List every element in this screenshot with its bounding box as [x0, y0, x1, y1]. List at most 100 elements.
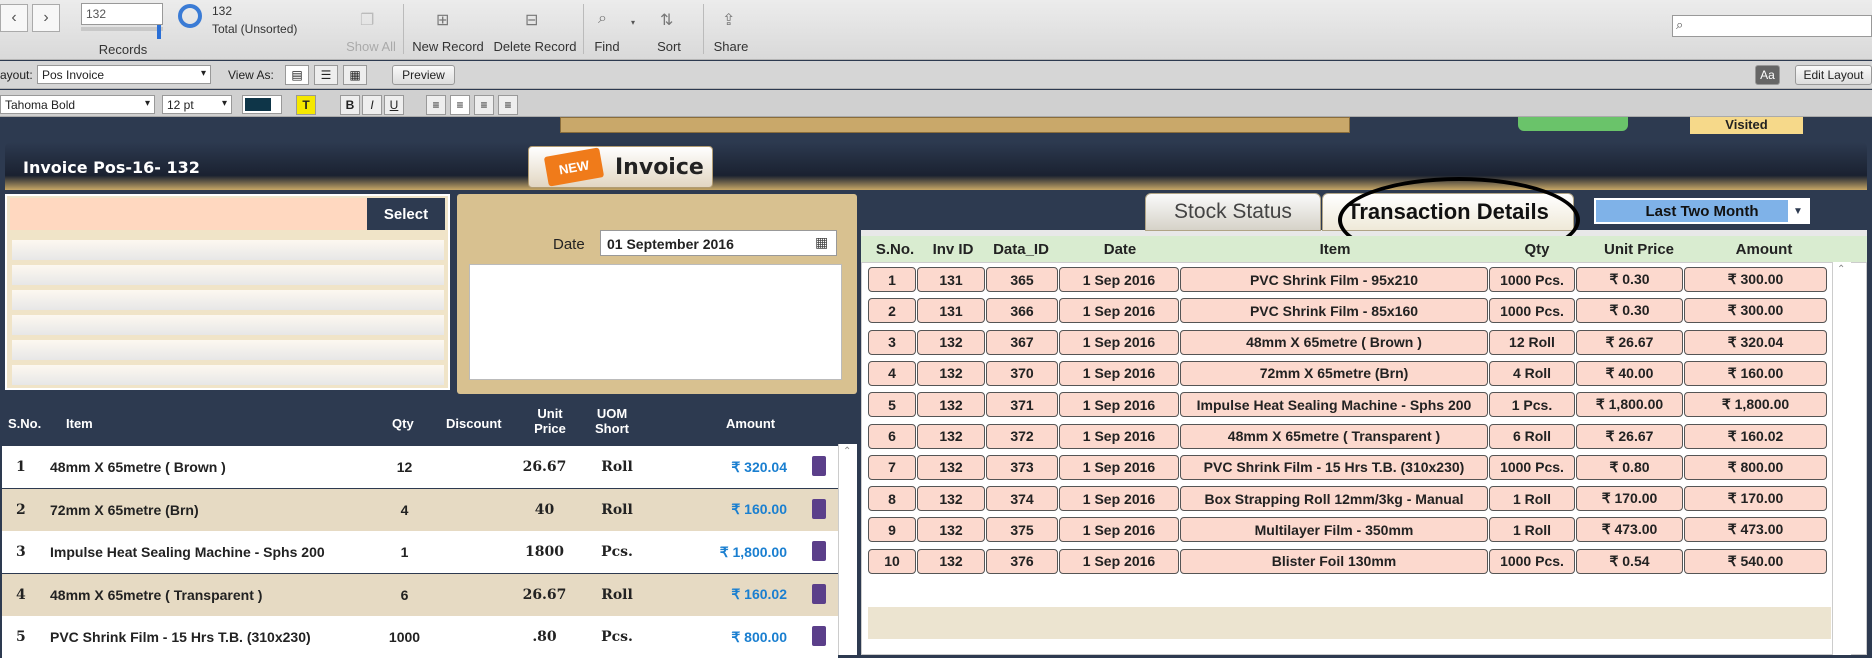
- customer-detail-field[interactable]: [12, 365, 444, 385]
- share-button[interactable]: Share: [710, 39, 752, 54]
- cell-sno[interactable]: 3: [16, 531, 46, 573]
- cell-data[interactable]: 366: [986, 298, 1058, 324]
- cell-inv[interactable]: 132: [917, 423, 985, 449]
- cell-inv[interactable]: 132: [917, 360, 985, 386]
- table-row[interactable]: 4 48mm X 65metre ( Transparent ) 6 26.67 Rol…: [2, 573, 838, 616]
- cell-inv[interactable]: 132: [917, 392, 985, 418]
- cell-date[interactable]: 1 Sep 2016: [1059, 517, 1179, 543]
- date-field[interactable]: 01 September 2016: [600, 230, 837, 256]
- cell-date[interactable]: 1 Sep 2016: [1059, 454, 1179, 480]
- cell-sno[interactable]: 3: [868, 329, 916, 355]
- cell-price[interactable]: ₹ 26.67: [1576, 423, 1683, 449]
- bold-button[interactable]: B: [340, 95, 360, 115]
- layout-select[interactable]: Pos Invoice: [37, 65, 211, 84]
- cell-item[interactable]: Impulse Heat Sealing Machine - Sphs 200: [1180, 392, 1488, 418]
- cell-qty[interactable]: 1000 Pcs.: [1489, 267, 1575, 292]
- table-row[interactable]: 9 132 375 1 Sep 2016 Multilayer Film - 350mm…: [868, 515, 1831, 544]
- delete-row-icon[interactable]: [812, 456, 826, 476]
- cell-sno[interactable]: 4: [16, 574, 46, 616]
- cell-amount[interactable]: ₹ 800.00: [1684, 454, 1827, 480]
- cell-sno[interactable]: 10: [868, 548, 916, 574]
- find-dropdown-icon[interactable]: ▾: [631, 18, 635, 27]
- cell-amount[interactable]: ₹ 160.00: [652, 489, 787, 531]
- notes-field[interactable]: [469, 264, 842, 380]
- form-view-button[interactable]: ▤: [285, 65, 309, 85]
- record-number-input[interactable]: [81, 3, 163, 25]
- customer-detail-field[interactable]: [12, 315, 444, 335]
- record-slider-handle[interactable]: [157, 25, 161, 39]
- cell-price[interactable]: 26.67: [507, 574, 582, 616]
- customer-detail-field[interactable]: [12, 340, 444, 360]
- cell-uom[interactable]: Roll: [582, 489, 652, 531]
- cell-qty[interactable]: 4: [367, 489, 442, 531]
- text-color-select[interactable]: [242, 95, 282, 114]
- cell-date[interactable]: 1 Sep 2016: [1059, 267, 1179, 292]
- cell-qty[interactable]: 1 Roll: [1489, 517, 1575, 543]
- cell-inv[interactable]: 132: [917, 486, 985, 512]
- text-highlight-button[interactable]: T: [296, 95, 316, 115]
- cell-date[interactable]: 1 Sep 2016: [1059, 548, 1179, 574]
- cell-item[interactable]: 48mm X 65metre ( Brown ): [50, 446, 370, 488]
- cell-amount[interactable]: ₹ 320.04: [652, 446, 787, 488]
- table-row[interactable]: 5 PVC Shrink Film - 15 Hrs T.B. (310x230)…: [2, 616, 838, 658]
- cell-price[interactable]: ₹ 0.30: [1576, 267, 1683, 292]
- cell-item[interactable]: Impulse Heat Sealing Machine - Sphs 200: [50, 531, 370, 573]
- cell-sno[interactable]: 9: [868, 517, 916, 543]
- cell-item[interactable]: PVC Shrink Film - 15 Hrs T.B. (310x230): [1180, 454, 1488, 480]
- quick-find-input[interactable]: ⌕: [1672, 15, 1872, 37]
- delete-row-icon[interactable]: [812, 626, 826, 647]
- underline-button[interactable]: U: [384, 95, 404, 115]
- cell-date[interactable]: 1 Sep 2016: [1059, 360, 1179, 386]
- cell-data[interactable]: 374: [986, 486, 1058, 512]
- cell-data[interactable]: 371: [986, 392, 1058, 418]
- sort-button[interactable]: Sort: [652, 39, 686, 54]
- cell-inv[interactable]: 131: [917, 298, 985, 324]
- table-row[interactable]: 2 72mm X 65metre (Brn) 4 40 Roll ₹ 160.00: [2, 488, 838, 531]
- table-row[interactable]: 7 132 373 1 Sep 2016 PVC Shrink Film - 15 Hr…: [868, 453, 1831, 482]
- cell-price[interactable]: .80: [507, 616, 582, 658]
- cell-item[interactable]: 72mm X 65metre (Brn): [1180, 360, 1488, 386]
- calendar-icon[interactable]: ▦: [815, 234, 828, 251]
- customer-detail-field[interactable]: [12, 265, 444, 285]
- cell-amount[interactable]: ₹ 1,800.00: [652, 531, 787, 573]
- cell-data[interactable]: 372: [986, 423, 1058, 449]
- delete-record-button[interactable]: Delete Record: [490, 39, 580, 54]
- table-row[interactable]: 2 131 366 1 Sep 2016 PVC Shrink Film - 85x16…: [868, 296, 1831, 325]
- cell-price[interactable]: ₹ 1,800.00: [1576, 392, 1683, 418]
- table-row[interactable]: 6 132 372 1 Sep 2016 48mm X 65metre ( Transp…: [868, 422, 1831, 451]
- cell-data[interactable]: 365: [986, 267, 1058, 292]
- cell-qty[interactable]: 1: [367, 531, 442, 573]
- cell-sno[interactable]: 2: [16, 489, 46, 531]
- cell-amount[interactable]: ₹ 170.00: [1684, 486, 1827, 512]
- cell-item[interactable]: Multilayer Film - 350mm: [1180, 517, 1488, 543]
- cell-price[interactable]: ₹ 0.54: [1576, 548, 1683, 574]
- cell-data[interactable]: 375: [986, 517, 1058, 543]
- cell-item[interactable]: 72mm X 65metre (Brn): [50, 489, 370, 531]
- cell-amount[interactable]: ₹ 1,800.00: [1684, 392, 1827, 418]
- cell-qty[interactable]: 12 Roll: [1489, 329, 1575, 355]
- cell-qty[interactable]: 6 Roll: [1489, 423, 1575, 449]
- table-row[interactable]: 3 Impulse Heat Sealing Machine - Sphs 200…: [2, 531, 838, 574]
- table-row[interactable]: 8 132 374 1 Sep 2016 Box Strapping Roll 12mm…: [868, 484, 1831, 513]
- cell-price[interactable]: ₹ 0.80: [1576, 454, 1683, 480]
- align-center-button[interactable]: ≡: [450, 95, 470, 115]
- customer-detail-field[interactable]: [12, 290, 444, 310]
- cell-amount[interactable]: ₹ 540.00: [1684, 548, 1827, 574]
- cell-price[interactable]: 26.67: [507, 446, 582, 488]
- cell-price[interactable]: 1800: [507, 531, 582, 573]
- prev-record-button[interactable]: ‹: [0, 4, 28, 32]
- cell-item[interactable]: PVC Shrink Film - 15 Hrs T.B. (310x230): [50, 616, 370, 658]
- preview-button[interactable]: Preview: [392, 65, 455, 85]
- cell-data[interactable]: 370: [986, 360, 1058, 386]
- cell-amount[interactable]: ₹ 300.00: [1684, 298, 1827, 324]
- cell-qty[interactable]: 1000: [367, 616, 442, 658]
- font-size-select[interactable]: 12 pt: [162, 95, 232, 114]
- list-view-button[interactable]: ☰: [314, 65, 338, 85]
- cell-amount[interactable]: ₹ 160.02: [1684, 423, 1827, 449]
- cell-qty[interactable]: 1000 Pcs.: [1489, 298, 1575, 324]
- cell-date[interactable]: 1 Sep 2016: [1059, 486, 1179, 512]
- next-record-button[interactable]: ›: [32, 4, 60, 32]
- table-view-button[interactable]: ▦: [343, 65, 367, 85]
- cell-sno[interactable]: 8: [868, 486, 916, 512]
- chevron-down-icon[interactable]: ▼: [1788, 200, 1808, 222]
